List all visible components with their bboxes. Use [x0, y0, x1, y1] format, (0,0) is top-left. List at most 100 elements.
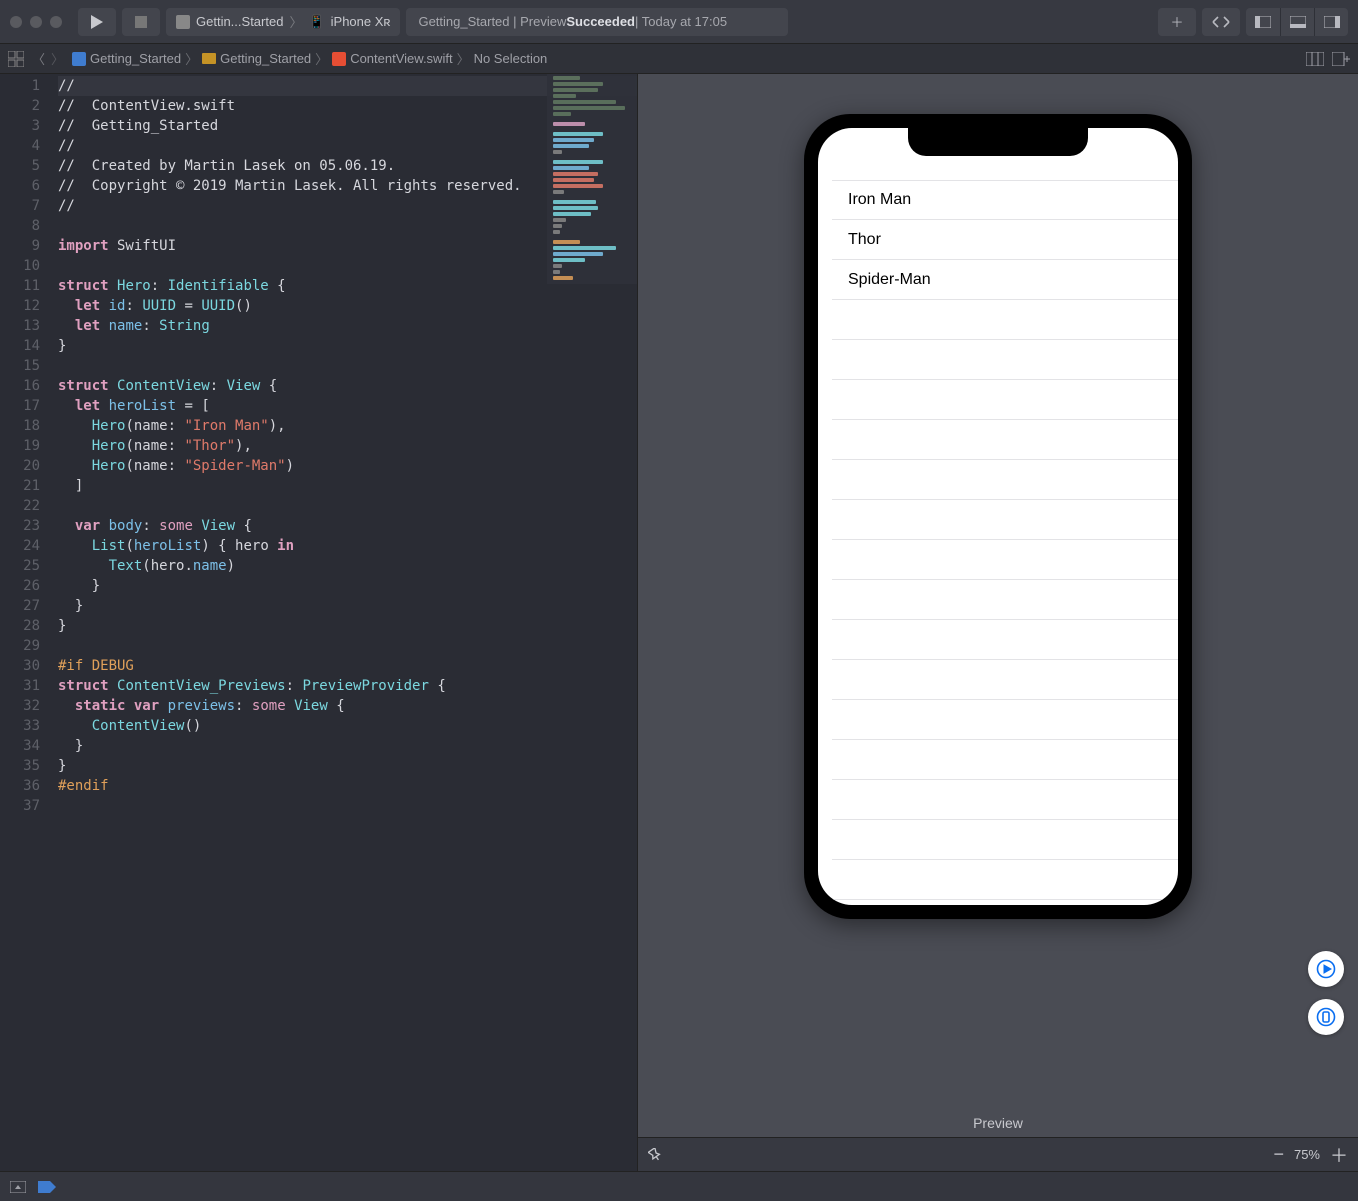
zoom-out-button[interactable]: −: [1273, 1144, 1284, 1165]
preview-panel: Iron ManThorSpider-Man Preview − 75% ＋: [637, 74, 1358, 1171]
code-line[interactable]: var body: some View {: [58, 516, 637, 536]
nav-forward-button[interactable]: 〉: [51, 49, 64, 68]
code-line[interactable]: }: [58, 596, 637, 616]
debug-drawer-icon[interactable]: [10, 1181, 26, 1193]
stop-button[interactable]: [122, 8, 160, 36]
list-item-empty: [832, 460, 1178, 500]
code-line[interactable]: Hero(name: "Thor"),: [58, 436, 637, 456]
chevron-right-icon: 〉: [289, 12, 302, 31]
filter-tag-icon[interactable]: [38, 1181, 56, 1193]
code-line[interactable]: static var previews: some View {: [58, 696, 637, 716]
list-item-empty: [832, 580, 1178, 620]
list-item-empty: [832, 420, 1178, 460]
line-gutter: 1234567891011121314151617181920212223242…: [0, 74, 52, 1171]
code-line[interactable]: struct ContentView: View {: [58, 376, 637, 396]
preview-canvas[interactable]: Iron ManThorSpider-Man: [638, 74, 1358, 1105]
list-item-empty: [832, 500, 1178, 540]
device-frame: Iron ManThorSpider-Man: [804, 114, 1192, 919]
code-line[interactable]: struct ContentView_Previews: PreviewProv…: [58, 676, 637, 696]
list-item-empty: [832, 740, 1178, 780]
code-line[interactable]: let heroList = [: [58, 396, 637, 416]
code-line[interactable]: Hero(name: "Spider-Man"): [58, 456, 637, 476]
panel-toggle-group: [1246, 8, 1348, 36]
related-items-icon[interactable]: [8, 51, 24, 67]
code-line[interactable]: ]: [58, 476, 637, 496]
chevron-right-icon: 〉: [185, 49, 198, 68]
version-editor-button[interactable]: [1202, 8, 1240, 36]
traffic-zoom[interactable]: [50, 16, 62, 28]
code-line[interactable]: }: [58, 616, 637, 636]
swift-file-icon: [332, 52, 346, 66]
breadcrumb[interactable]: Getting_Started 〉 Getting_Started 〉 Cont…: [72, 49, 547, 68]
code-line[interactable]: let id: UUID = UUID(): [58, 296, 637, 316]
code-line[interactable]: [58, 356, 637, 376]
pin-icon[interactable]: [648, 1148, 662, 1162]
editor-layout-icon[interactable]: [1306, 52, 1324, 66]
code-line[interactable]: ContentView(): [58, 716, 637, 736]
list-item-empty: [832, 700, 1178, 740]
code-line[interactable]: #if DEBUG: [58, 656, 637, 676]
code-line[interactable]: let name: String: [58, 316, 637, 336]
chevron-right-icon: 〉: [315, 49, 328, 68]
code-line[interactable]: }: [58, 576, 637, 596]
zoom-in-button[interactable]: ＋: [1330, 1142, 1348, 1168]
code-line[interactable]: }: [58, 736, 637, 756]
status-result: Succeeded: [566, 14, 635, 29]
code-line[interactable]: #endif: [58, 776, 637, 796]
traffic-minimize[interactable]: [30, 16, 42, 28]
code-line[interactable]: }: [58, 336, 637, 356]
list-item-empty: [832, 620, 1178, 660]
code-line[interactable]: }: [58, 756, 637, 776]
jump-bar: 〈 〉 Getting_Started 〉 Getting_Started 〉 …: [0, 44, 1358, 74]
list-item-empty: [832, 900, 1178, 905]
preview-device-button[interactable]: [1308, 999, 1344, 1035]
crumb-project[interactable]: Getting_Started: [90, 51, 181, 66]
code-line[interactable]: Hero(name: "Iron Man"),: [58, 416, 637, 436]
preview-list: Iron ManThorSpider-Man: [818, 128, 1178, 905]
list-item: Spider-Man: [832, 260, 1178, 300]
folder-icon: [202, 53, 216, 64]
list-item-empty: [832, 540, 1178, 580]
list-item-empty: [832, 820, 1178, 860]
add-editor-icon[interactable]: [1332, 52, 1350, 66]
list-item-empty: [832, 300, 1178, 340]
project-icon: [72, 52, 86, 66]
scheme-selector[interactable]: Gettin...Started 〉 📱 iPhone Xʀ: [166, 8, 400, 36]
list-item: Thor: [832, 220, 1178, 260]
activity-status: Getting_Started | Preview Succeeded | To…: [406, 8, 788, 36]
preview-bottom-bar: − 75% ＋: [638, 1137, 1358, 1171]
bottom-panel-toggle[interactable]: [1280, 8, 1314, 36]
status-text-prefix: Getting_Started | Preview: [418, 14, 566, 29]
list-item-empty: [832, 660, 1178, 700]
left-panel-toggle[interactable]: [1246, 8, 1280, 36]
run-button[interactable]: [78, 8, 116, 36]
code-line[interactable]: [58, 796, 637, 816]
preview-play-button[interactable]: [1308, 951, 1344, 987]
minimap[interactable]: [547, 74, 637, 284]
traffic-close[interactable]: [10, 16, 22, 28]
nav-back-button[interactable]: 〈: [32, 49, 45, 68]
status-text-suffix: | Today at 17:05: [635, 14, 727, 29]
list-item-empty: [832, 780, 1178, 820]
zoom-level: 75%: [1294, 1147, 1320, 1162]
list-item-empty: [832, 380, 1178, 420]
scheme-device: iPhone Xʀ: [331, 14, 391, 29]
list-item: Iron Man: [832, 180, 1178, 220]
scheme-target: Gettin...Started: [196, 14, 283, 29]
add-button[interactable]: ＋: [1158, 8, 1196, 36]
chevron-right-icon: 〉: [457, 49, 470, 68]
code-editor[interactable]: 1234567891011121314151617181920212223242…: [0, 74, 637, 1171]
crumb-selection[interactable]: No Selection: [474, 51, 548, 66]
list-item-empty: [832, 860, 1178, 900]
code-line[interactable]: Text(hero.name): [58, 556, 637, 576]
toolbar: Gettin...Started 〉 📱 iPhone Xʀ Getting_S…: [0, 0, 1358, 44]
code-line[interactable]: [58, 496, 637, 516]
crumb-folder[interactable]: Getting_Started: [220, 51, 311, 66]
code-line[interactable]: [58, 636, 637, 656]
device-icon: 📱: [308, 14, 324, 30]
app-icon: [176, 15, 190, 29]
crumb-file[interactable]: ContentView.swift: [350, 51, 452, 66]
code-line[interactable]: List(heroList) { hero in: [58, 536, 637, 556]
list-item-empty: [832, 340, 1178, 380]
right-panel-toggle[interactable]: [1314, 8, 1348, 36]
